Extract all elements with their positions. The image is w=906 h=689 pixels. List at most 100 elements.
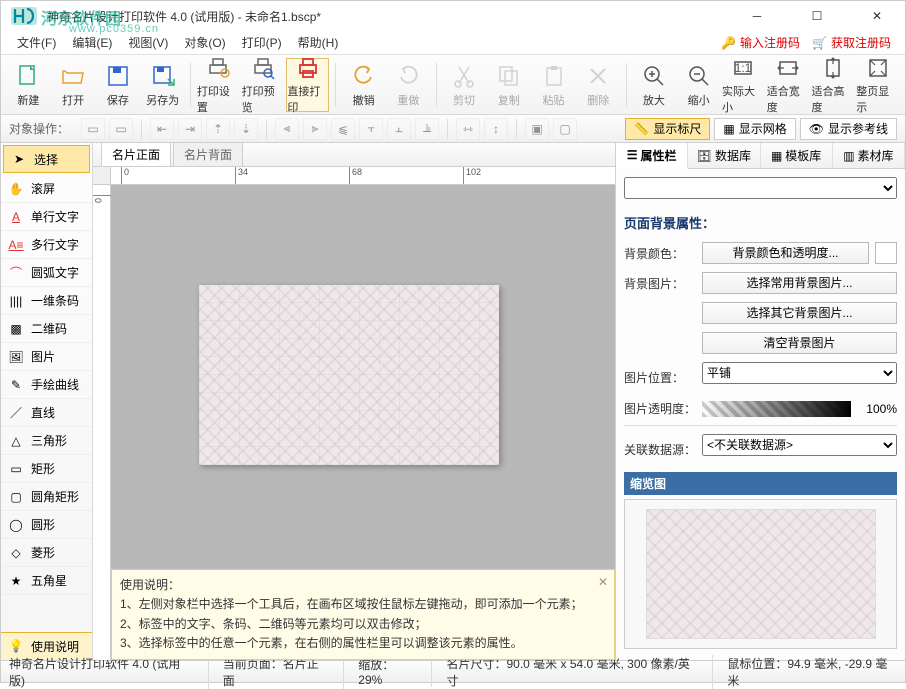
- tb-zoomin[interactable]: 放大: [633, 58, 676, 112]
- obj-align-c: ⫸: [303, 118, 327, 140]
- ptab-database[interactable]: 🗄数据库: [688, 143, 760, 168]
- status-mouse: 鼠标位置：94.9 毫米, -29.9 毫米: [727, 655, 897, 689]
- tb-redo[interactable]: 重做: [387, 58, 430, 112]
- tb-printdirect[interactable]: 直接打印: [286, 58, 329, 112]
- tb-fitheight[interactable]: 适合高度: [812, 58, 855, 112]
- bgcolor-button[interactable]: 背景颜色和透明度...: [702, 242, 869, 264]
- tool-qrcode[interactable]: ▩二维码: [1, 315, 92, 343]
- minimize-button[interactable]: ─: [737, 1, 777, 31]
- obj-ungroup: ▢: [553, 118, 577, 140]
- tb-copy[interactable]: 复制: [487, 58, 530, 112]
- ruler-tick: 68: [349, 167, 362, 185]
- menu-edit[interactable]: 编辑(E): [64, 34, 120, 51]
- hand-icon: ✋: [7, 182, 25, 196]
- toggle-ruler[interactable]: 📏显示标尺: [625, 118, 710, 140]
- line-icon: ／: [7, 404, 25, 421]
- tool-barcode[interactable]: ||||一维条码: [1, 287, 92, 315]
- obj-btn-1: ▭: [81, 118, 105, 140]
- close-button[interactable]: ✕: [857, 1, 897, 31]
- obj-group: ▣: [525, 118, 549, 140]
- tool-freehand[interactable]: ✎手绘曲线: [1, 371, 92, 399]
- tool-triangle[interactable]: △三角形: [1, 427, 92, 455]
- enter-regcode-button[interactable]: 🔑输入注册码: [715, 34, 806, 51]
- qr-icon: ▩: [7, 322, 25, 336]
- grid-icon: ▦: [723, 122, 734, 136]
- datasrc-label: 关联数据源：: [624, 441, 696, 458]
- ruler-tick: 34: [235, 167, 248, 185]
- tool-image[interactable]: 🖼图片: [1, 343, 92, 371]
- tool-roundrect[interactable]: ▢圆角矩形: [1, 483, 92, 511]
- ptab-properties[interactable]: ☰属性栏: [616, 143, 688, 169]
- main-toolbar: 新建 打开 保存 另存为 打印设置 打印预览 直接打印 撤销 重做 剪切 复制 …: [1, 55, 905, 115]
- cursor-icon: ➤: [10, 152, 28, 166]
- bgcolor-swatch[interactable]: [875, 242, 897, 264]
- pen-icon: ✎: [7, 378, 25, 392]
- bgimg-other-button[interactable]: 选择其它背景图片...: [702, 302, 897, 324]
- datasrc-select[interactable]: <不关联数据源>: [702, 434, 897, 456]
- tb-saveas[interactable]: 另存为: [141, 58, 184, 112]
- imgpos-select[interactable]: 平铺: [702, 362, 897, 384]
- bgimg-clear-button[interactable]: 清空背景图片: [702, 332, 897, 354]
- database-icon: 🗄: [697, 149, 712, 163]
- obj-dist-h: ⇿: [456, 118, 480, 140]
- tb-printsetup[interactable]: 打印设置: [197, 58, 240, 112]
- tb-undo[interactable]: 撤销: [342, 58, 385, 112]
- tb-zoomout[interactable]: 缩小: [677, 58, 720, 112]
- menu-object[interactable]: 对象(O): [176, 34, 233, 51]
- toggle-guides[interactable]: 👁显示参考线: [800, 118, 897, 140]
- tool-ellipse[interactable]: ◯圆形: [1, 511, 92, 539]
- tool-rect[interactable]: ▭矩形: [1, 455, 92, 483]
- tb-fitwidth[interactable]: 适合宽度: [767, 58, 810, 112]
- barcode-icon: ||||: [7, 294, 25, 308]
- tb-delete[interactable]: 删除: [577, 58, 620, 112]
- opacity-slider[interactable]: [702, 401, 851, 417]
- imgpos-label: 图片位置：: [624, 369, 696, 386]
- property-panel: ☰属性栏 🗄数据库 ▦模板库 ▥素材库 页面背景属性： 背景颜色： 背景颜色和透…: [615, 143, 905, 660]
- menu-view[interactable]: 视图(V): [120, 34, 176, 51]
- tool-pan[interactable]: ✋滚屏: [1, 175, 92, 203]
- tool-diamond[interactable]: ◇菱形: [1, 539, 92, 567]
- tb-fitpage[interactable]: 整页显示: [856, 58, 899, 112]
- tool-text-multi[interactable]: A≡多行文字: [1, 231, 92, 259]
- tool-text-single[interactable]: A单行文字: [1, 203, 92, 231]
- hint-close-button[interactable]: ✕: [598, 573, 608, 592]
- tool-palette: ➤选择 ✋滚屏 A单行文字 A≡多行文字 ⌒圆弧文字 ||||一维条码 ▩二维码…: [1, 143, 93, 660]
- tb-paste[interactable]: 粘贴: [532, 58, 575, 112]
- obj-btn-5: ⇡: [206, 118, 230, 140]
- opacity-value: 100%: [857, 402, 897, 416]
- tool-arc-text[interactable]: ⌒圆弧文字: [1, 259, 92, 287]
- template-icon: ▦: [771, 149, 782, 163]
- ruler-tick: 102: [463, 167, 481, 185]
- tab-back[interactable]: 名片背面: [173, 142, 243, 166]
- roundrect-icon: ▢: [7, 490, 25, 504]
- ptab-assets[interactable]: ▥素材库: [833, 143, 905, 168]
- obj-btn-3: ⇤: [150, 118, 174, 140]
- tool-line[interactable]: ／直线: [1, 399, 92, 427]
- obj-align-r: ⫹: [331, 118, 355, 140]
- tb-open[interactable]: 打开: [52, 58, 95, 112]
- cart-icon: 🛒: [812, 36, 827, 50]
- menu-file[interactable]: 文件(F): [9, 34, 64, 51]
- tb-actualsize[interactable]: 1:1实际大小: [722, 58, 765, 112]
- tab-front[interactable]: 名片正面: [101, 142, 171, 166]
- menu-help[interactable]: 帮助(H): [290, 34, 347, 51]
- tb-new[interactable]: 新建: [7, 58, 50, 112]
- tb-cut[interactable]: 剪切: [443, 58, 486, 112]
- object-toolbar: 对象操作： ▭ ▭ ⇤ ⇥ ⇡ ⇣ ⫷ ⫸ ⫹ ⫟ ⫠ ⫡ ⇿ ↕ ▣ ▢ 📏显…: [1, 115, 905, 143]
- card-page[interactable]: [199, 285, 499, 465]
- tb-printpreview[interactable]: 打印预览: [242, 58, 285, 112]
- tool-star[interactable]: ★五角星: [1, 567, 92, 595]
- tool-select[interactable]: ➤选择: [3, 145, 90, 173]
- ptab-templates[interactable]: ▦模板库: [761, 143, 833, 168]
- menu-print[interactable]: 打印(P): [234, 34, 290, 51]
- canvas-tabs: 名片正面 名片背面: [93, 143, 615, 167]
- rect-icon: ▭: [7, 462, 25, 476]
- toggle-grid[interactable]: ▦显示网格: [714, 118, 795, 140]
- maximize-button[interactable]: ☐: [797, 1, 837, 31]
- tb-save[interactable]: 保存: [97, 58, 140, 112]
- get-regcode-button[interactable]: 🛒获取注册码: [806, 34, 897, 51]
- bgimg-common-button[interactable]: 选择常用背景图片...: [702, 272, 897, 294]
- ruler-icon: 📏: [634, 122, 649, 136]
- canvas[interactable]: ✕ 使用说明： 1、左侧对象栏中选择一个工具后，在画布区域按住鼠标左键拖动，即可…: [111, 185, 615, 660]
- object-selector[interactable]: [624, 177, 897, 199]
